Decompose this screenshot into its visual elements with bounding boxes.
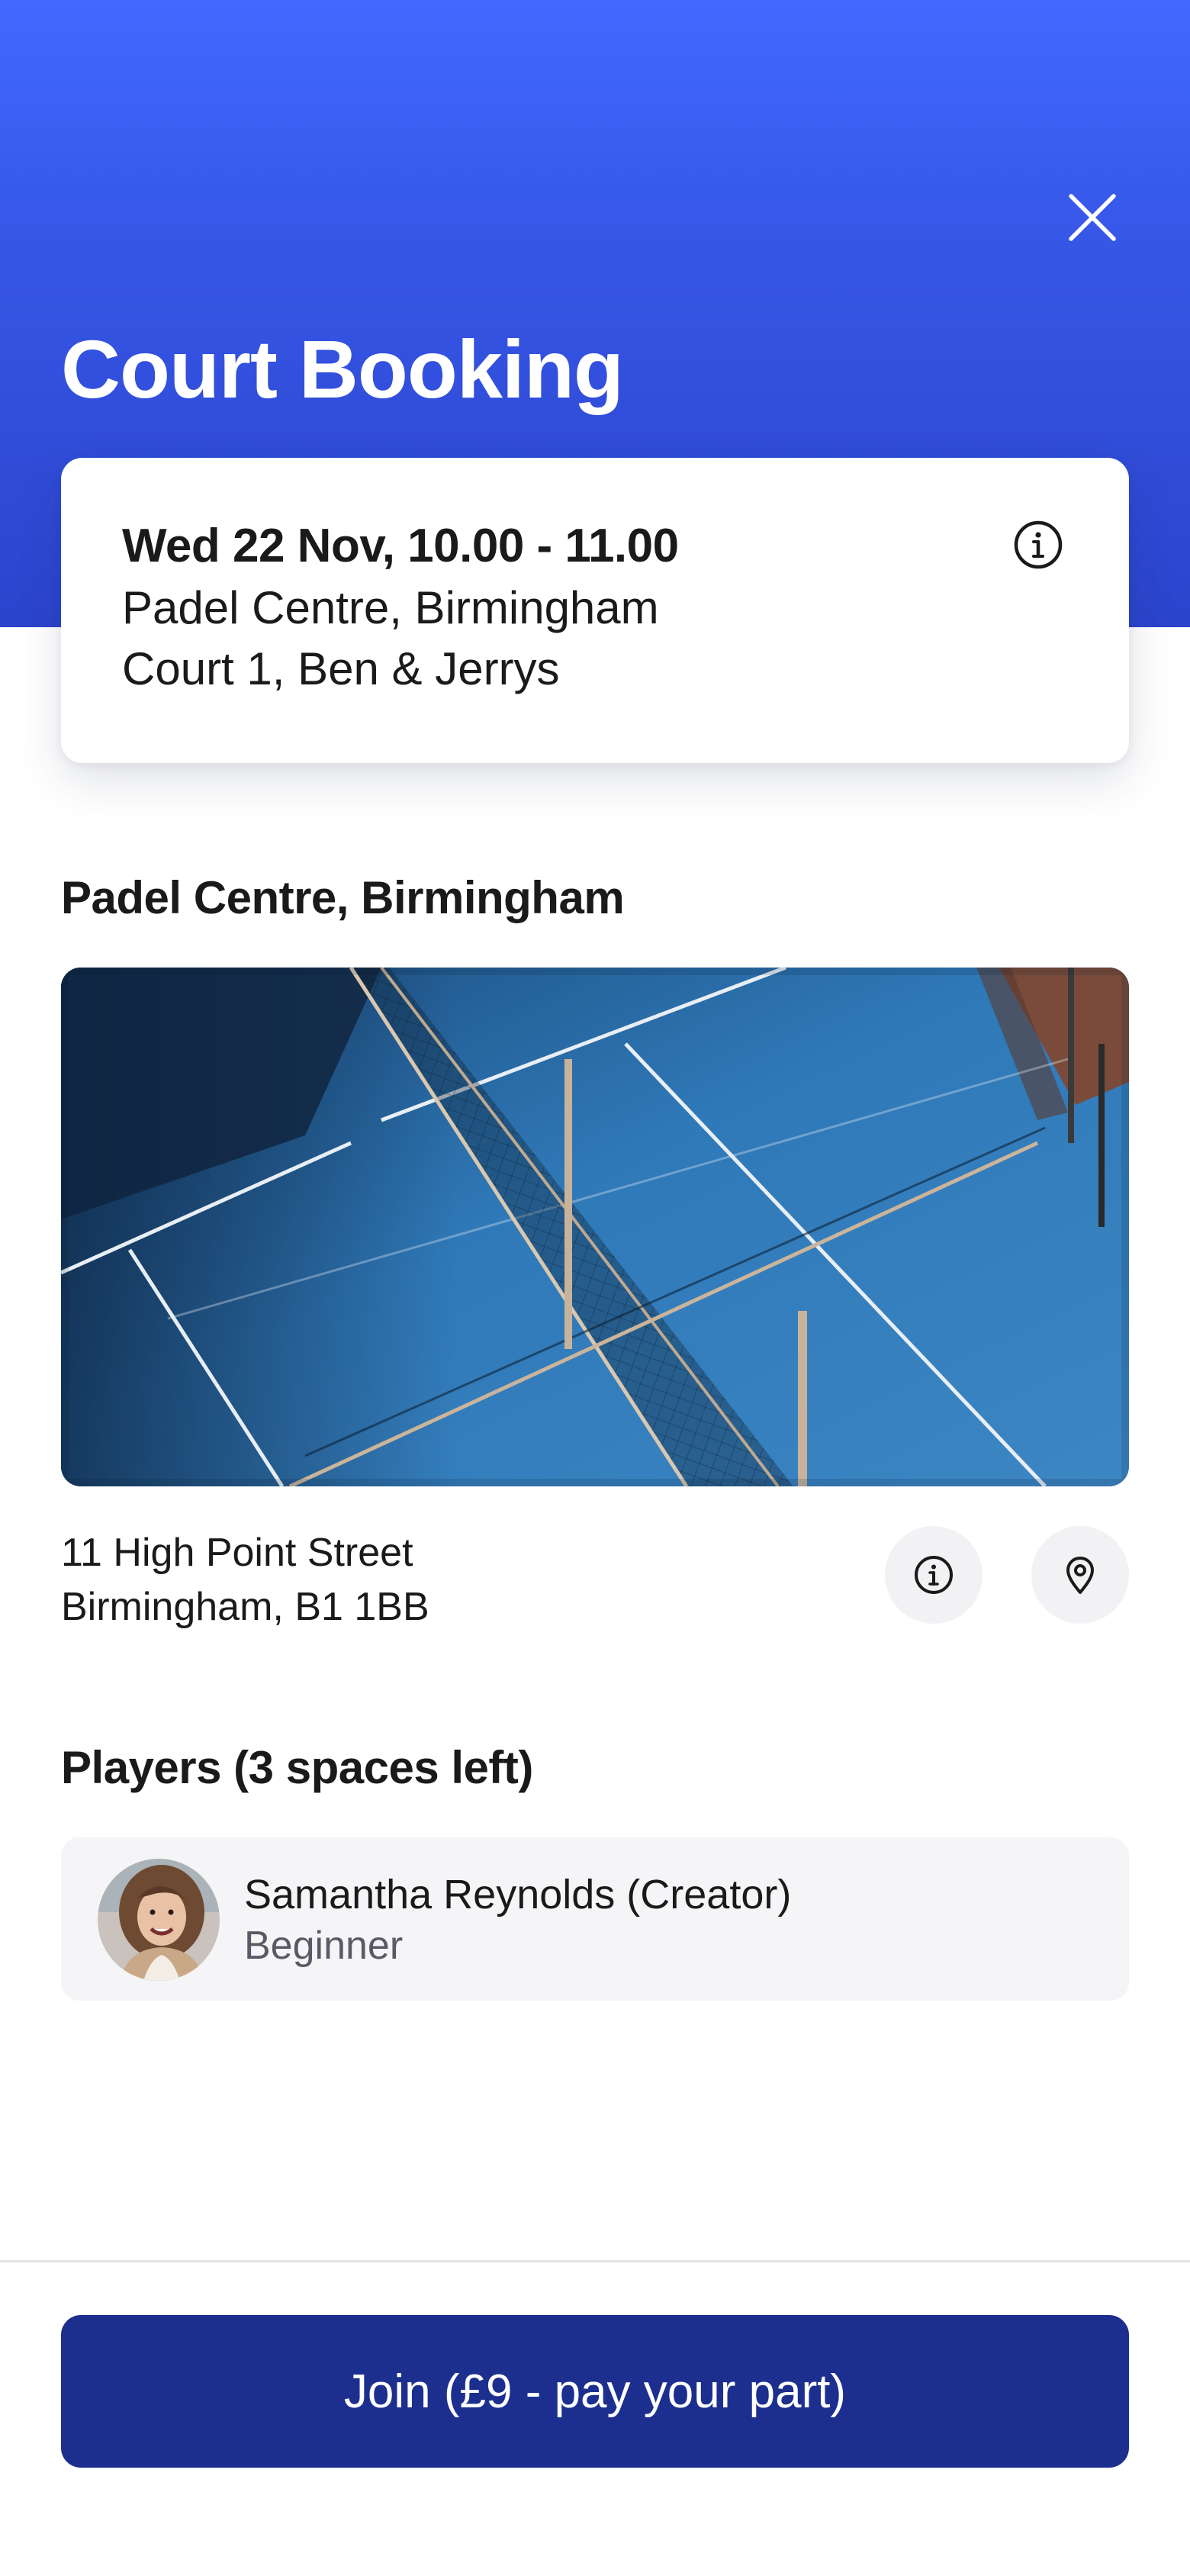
page-title: Court Booking	[61, 323, 624, 415]
player-card[interactable]: Samantha Reynolds (Creator) Beginner	[61, 1837, 1129, 2001]
booking-summary-card: Wed 22 Nov, 10.00 - 11.00 Padel Centre, …	[61, 458, 1129, 763]
booking-info-button[interactable]	[1011, 517, 1066, 572]
map-pin-icon	[1066, 1557, 1094, 1594]
venue-title: Padel Centre, Birmingham	[61, 872, 625, 923]
info-icon	[1014, 520, 1063, 569]
booking-court: Court 1, Ben & Jerrys	[122, 643, 560, 694]
player-level: Beginner	[244, 1924, 404, 1968]
close-icon	[1069, 194, 1116, 241]
players-title: Players (3 spaces left)	[61, 1742, 533, 1793]
venue-address-line2: Birmingham, B1 1BB	[61, 1585, 429, 1629]
join-button[interactable]: Join (£9 - pay your part)	[61, 2315, 1129, 2468]
venue-address-line1: 11 High Point Street	[61, 1531, 413, 1575]
info-icon	[915, 1556, 953, 1594]
venue-location-button[interactable]	[1031, 1526, 1129, 1624]
close-button[interactable]	[1060, 185, 1124, 250]
footer-divider	[0, 2260, 1190, 2262]
booking-datetime: Wed 22 Nov, 10.00 - 11.00	[122, 520, 679, 572]
venue-photo	[61, 968, 1129, 1486]
venue-info-button[interactable]	[885, 1526, 983, 1624]
booking-venue: Padel Centre, Birmingham	[122, 582, 659, 633]
player-name: Samantha Reynolds (Creator)	[244, 1872, 792, 1918]
avatar	[98, 1859, 220, 1981]
court-booking-screen: Court Booking Wed 22 Nov, 10.00 - 11.00 …	[0, 0, 1190, 2576]
